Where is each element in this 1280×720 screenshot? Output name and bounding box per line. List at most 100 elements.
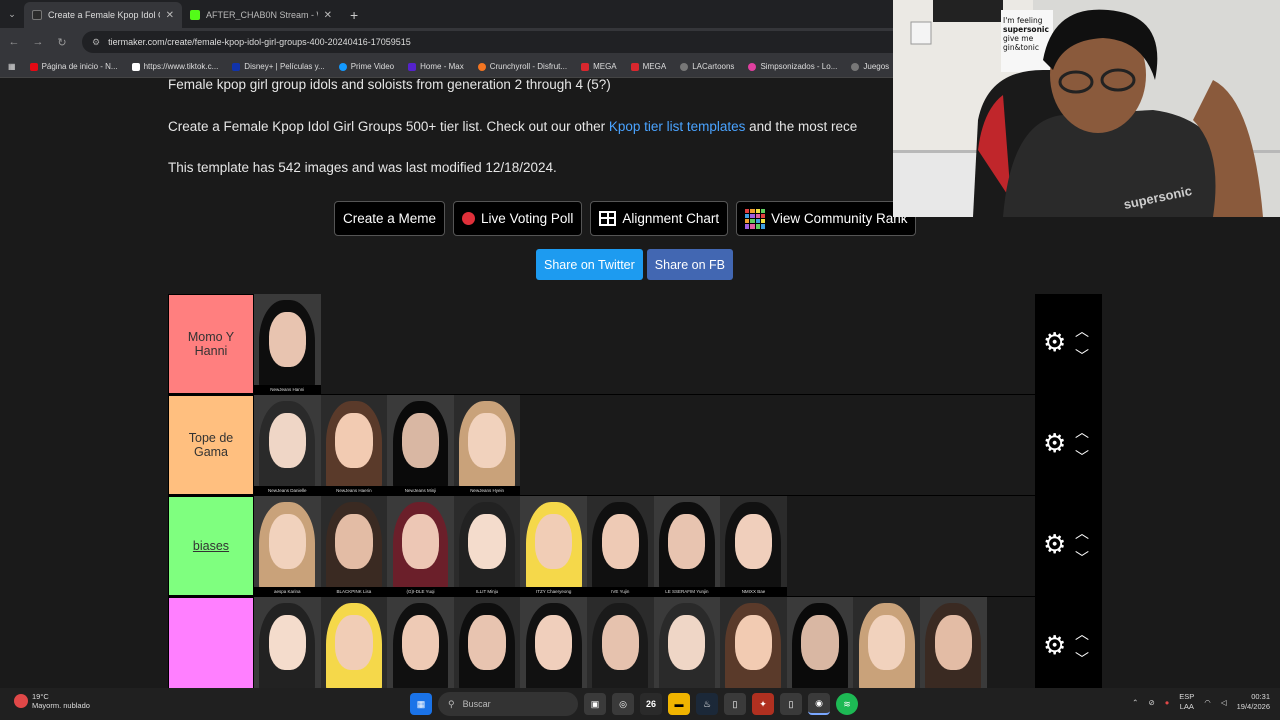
bookmark-item[interactable]: LACartoons <box>680 62 734 71</box>
game-icon[interactable]: ✦ <box>752 693 774 715</box>
volume-icon[interactable]: ◁ <box>1221 698 1227 707</box>
idol-image[interactable] <box>853 597 920 688</box>
tab-search-icon[interactable]: ⌄ <box>0 0 24 28</box>
close-tab-icon[interactable]: ✕ <box>166 10 174 21</box>
live-voting-poll-button[interactable]: Live Voting Poll <box>453 201 583 236</box>
idol-image[interactable]: NewJeans Minji <box>387 395 454 495</box>
spotify-icon[interactable]: ≋ <box>836 693 858 715</box>
idol-image[interactable]: ITZY Chaeryeong <box>520 496 587 596</box>
idol-image[interactable] <box>720 597 787 688</box>
chevron-up-icon[interactable]: ︿ <box>1075 324 1089 338</box>
idol-image[interactable] <box>919 597 987 688</box>
forward-icon[interactable]: → <box>30 36 46 48</box>
gear-icon[interactable]: ⚙ <box>1043 329 1067 355</box>
kpop-templates-link[interactable]: Kpop tier list templates <box>609 119 746 134</box>
bookmark-item[interactable]: Crunchyroll - Disfrut... <box>477 62 567 71</box>
idol-image[interactable] <box>653 597 721 688</box>
close-tab-icon[interactable]: ✕ <box>324 10 332 21</box>
share-twitter-button[interactable]: Share on Twitter <box>536 249 643 280</box>
gear-icon[interactable]: ⚙ <box>1043 531 1067 557</box>
idol-image[interactable]: NewJeans Hyein <box>453 395 521 495</box>
idol-image[interactable]: BLACKPINK Lisa <box>320 496 388 596</box>
bookmark-item[interactable]: Prime Video <box>338 62 394 71</box>
wifi-icon[interactable]: ◠ <box>1204 698 1211 707</box>
idol-image[interactable] <box>320 597 388 688</box>
tab-kick-stream[interactable]: AFTER_CHAB0N Stream - Watc ✕ <box>182 2 340 28</box>
share-fb-button[interactable]: Share on FB <box>646 249 733 280</box>
chrome-icon[interactable]: ◉ <box>808 693 830 715</box>
idol-image[interactable] <box>254 597 321 688</box>
idol-image[interactable]: LE SSERAFIM Yunjin <box>653 496 721 596</box>
idol-image[interactable]: NewJeans Danielle <box>254 395 321 495</box>
tier-label[interactable]: biases <box>168 496 254 596</box>
steam-icon[interactable]: ♨ <box>696 693 718 715</box>
idol-caption: IVE Yujin <box>586 587 654 596</box>
tier-items: aespa Karina BLACKPINK Lisa (G)I-DLE Yuqi I… <box>254 496 1035 596</box>
bookmark-item[interactable]: Juegos <box>851 62 889 71</box>
windows-taskbar: 19°C Mayorm. nublado ▦ ⚲ Buscar ▣ ◎ 26 ▬ ♨… <box>0 688 1280 720</box>
mic-icon[interactable]: ● <box>1165 698 1170 707</box>
idol-image[interactable] <box>786 597 854 688</box>
idol-image[interactable]: NewJeans Haerin <box>320 395 388 495</box>
view-community-rank-button[interactable]: View Community Rank <box>736 201 917 236</box>
idol-image[interactable]: IVE Yujin <box>586 496 654 596</box>
back-icon[interactable]: ← <box>6 36 22 48</box>
gear-icon[interactable]: ⚙ <box>1043 430 1067 456</box>
tier-label[interactable]: Tope de Gama <box>168 395 254 495</box>
weather-widget[interactable]: 19°C Mayorm. nublado <box>14 692 90 710</box>
bookmark-item[interactable]: MEGA <box>581 62 617 71</box>
file-explorer-icon[interactable]: ▬ <box>668 693 690 715</box>
tab-tiermaker[interactable]: Create a Female Kpop Idol Girl ✕ <box>24 2 182 28</box>
apps-icon[interactable]: ▦ <box>8 62 16 71</box>
taskbar-search[interactable]: ⚲ Buscar <box>438 692 578 716</box>
chevron-up-icon[interactable]: ⌃ <box>1132 698 1138 707</box>
new-tab-button[interactable]: + <box>340 2 368 28</box>
system-tray: ⌃ ⊘ ● ESP LAA ◠ ◁ 00:31 19/4/2026 <box>1132 692 1270 712</box>
url-bar[interactable]: ⚙ tiermaker.com/create/female-kpop-idol-… <box>82 31 962 53</box>
clock[interactable]: 00:31 19/4/2026 <box>1237 692 1270 712</box>
bookmark-item[interactable]: Disney+ | Películas y... <box>232 62 325 71</box>
reload-icon[interactable]: ↻ <box>54 36 70 49</box>
bookmark-item[interactable]: Página de inicio - N... <box>29 62 118 71</box>
document-icon[interactable]: ▯ <box>724 693 746 715</box>
alignment-chart-button[interactable]: Alignment Chart <box>590 201 729 236</box>
idol-image[interactable]: (G)I-DLE Yuqi <box>387 496 454 596</box>
idol-image[interactable] <box>387 597 454 688</box>
chevron-up-icon[interactable]: ︿ <box>1075 526 1089 540</box>
calendar-icon[interactable]: 26 <box>640 693 662 715</box>
chevron-up-icon[interactable]: ︿ <box>1075 627 1089 641</box>
bookmark-item[interactable]: https://www.tiktok.c... <box>131 62 218 71</box>
gear-icon[interactable]: ⚙ <box>1043 632 1067 658</box>
task-view-icon[interactable]: ▣ <box>584 693 606 715</box>
chevron-down-icon[interactable]: ﹀ <box>1075 652 1089 666</box>
idol-image[interactable] <box>586 597 654 688</box>
idol-image[interactable] <box>520 597 587 688</box>
idol-image[interactable]: NMIXX Bae <box>720 496 787 596</box>
idol-image[interactable]: ILLIT Minju <box>453 496 521 596</box>
idol-caption: BLACKPINK Lisa <box>320 587 388 596</box>
site-info-icon[interactable]: ⚙ <box>92 37 100 48</box>
idol-image[interactable]: aespa Karina <box>254 496 321 596</box>
network-icon[interactable]: ⊘ <box>1148 698 1154 707</box>
bookmark-item[interactable]: MEGA <box>630 62 666 71</box>
bookmark-item[interactable]: Simpsonizados - Lo... <box>748 62 837 71</box>
chevron-up-icon[interactable]: ︿ <box>1075 425 1089 439</box>
chevron-down-icon[interactable]: ﹀ <box>1075 450 1089 464</box>
language-indicator[interactable]: ESP LAA <box>1179 692 1194 712</box>
tier-items: NewJeans Danielle NewJeans Haerin NewJeans… <box>254 395 1035 495</box>
search-icon: ⚲ <box>448 698 455 709</box>
idol-image[interactable] <box>453 597 521 688</box>
chevron-down-icon[interactable]: ﹀ <box>1075 551 1089 565</box>
create-meme-button[interactable]: Create a Meme <box>334 201 446 236</box>
streamer-webcam-image <box>893 0 1280 217</box>
tier-label[interactable] <box>168 597 254 688</box>
app-icon[interactable]: ◎ <box>612 693 634 715</box>
bookmark-item[interactable]: Home - Max <box>408 62 464 71</box>
tier-label[interactable]: Momo Y Hanni <box>168 294 254 394</box>
idol-caption: NewJeans Minji <box>387 486 454 495</box>
document-icon[interactable]: ▯ <box>780 693 802 715</box>
chevron-down-icon[interactable]: ﹀ <box>1075 349 1089 363</box>
start-windows-icon[interactable]: ▦ <box>410 693 432 715</box>
idol-caption: NMIXX Bae <box>720 587 787 596</box>
idol-image[interactable]: NewJeans Hanni <box>254 294 321 394</box>
